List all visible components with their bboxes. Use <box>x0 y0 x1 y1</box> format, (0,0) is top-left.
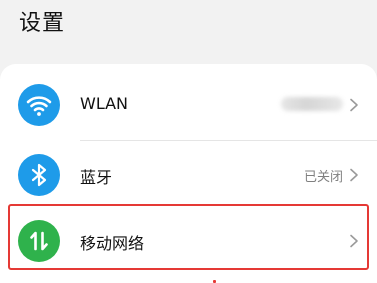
chevron-right-icon <box>350 98 358 112</box>
settings-item-bluetooth[interactable]: 蓝牙 已关闭 <box>0 140 377 210</box>
bluetooth-icon <box>18 154 60 196</box>
chevron-right-icon <box>350 168 358 182</box>
page-title: 设置 <box>19 11 66 36</box>
highlight-box <box>8 204 369 270</box>
wifi-icon <box>18 84 60 126</box>
header: 设置 <box>0 0 377 62</box>
settings-item-label: WLAN <box>80 94 129 113</box>
settings-item-label: 蓝牙 <box>80 168 113 187</box>
bluetooth-status: 已关闭 <box>303 170 343 185</box>
settings-item-wlan[interactable]: WLAN <box>0 70 377 140</box>
wlan-network-name-blurred <box>281 97 343 111</box>
